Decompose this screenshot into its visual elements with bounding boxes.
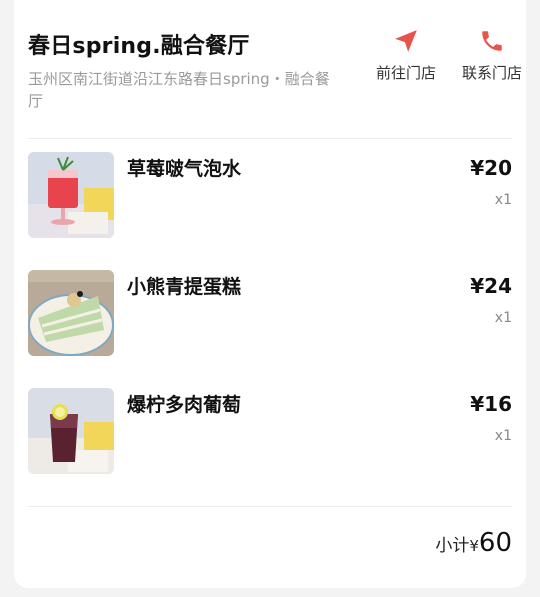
item-quantity: x1 [494, 428, 512, 444]
navigation-arrow-icon [395, 30, 417, 52]
item-quantity: x1 [494, 192, 512, 208]
item-thumbnail [28, 152, 114, 238]
order-card: 春日spring.融合餐厅 玉州区南江街道沿江东路春日spring・融合餐厅 前… [14, 0, 526, 588]
order-item[interactable]: 爆柠多肉葡萄 ¥16 x1 [28, 388, 512, 474]
phone-icon [482, 31, 502, 51]
subtotal-amount: 60 [478, 528, 512, 558]
subtotal: 小计¥60 [435, 528, 512, 558]
subtotal-currency: ¥ [469, 537, 479, 555]
store-name: 春日spring.融合餐厅 [28, 34, 250, 59]
store-header: 春日spring.融合餐厅 玉州区南江街道沿江东路春日spring・融合餐厅 前… [28, 28, 522, 118]
navigate-label: 前往门店 [375, 64, 436, 82]
order-item[interactable]: 小熊青提蛋糕 ¥24 x1 [28, 270, 512, 356]
item-price: ¥16 [470, 392, 512, 416]
store-address: 玉州区南江街道沿江东路春日spring・融合餐厅 [28, 70, 330, 110]
item-price: ¥24 [470, 274, 512, 298]
order-item[interactable]: 草莓啵气泡水 ¥20 x1 [28, 152, 512, 238]
item-name: 小熊青提蛋糕 [127, 276, 242, 298]
item-name: 草莓啵气泡水 [127, 158, 242, 180]
navigate-to-store-button[interactable]: 前往门店 [368, 28, 444, 83]
item-thumbnail [28, 270, 114, 356]
item-price: ¥20 [470, 156, 512, 180]
item-name: 爆柠多肉葡萄 [127, 394, 242, 416]
subtotal-divider [28, 506, 512, 507]
item-quantity: x1 [494, 310, 512, 326]
subtotal-label: 小计 [435, 536, 470, 556]
call-label: 联系门店 [461, 64, 522, 82]
contact-store-button[interactable]: 联系门店 [454, 28, 530, 83]
item-thumbnail [28, 388, 114, 474]
header-divider [28, 138, 512, 139]
